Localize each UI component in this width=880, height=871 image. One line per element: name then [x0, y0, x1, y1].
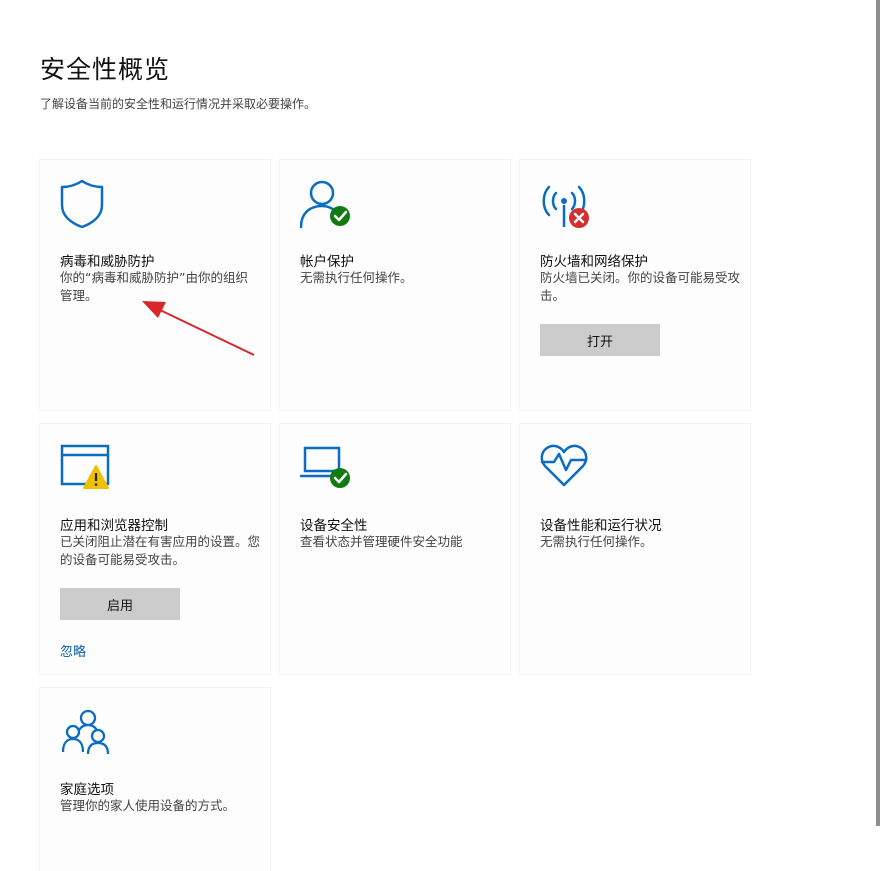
turn-on-button[interactable]: 打开 [540, 324, 660, 356]
heart-pulse-icon [540, 442, 594, 494]
warning-badge-icon [83, 465, 109, 489]
laptop-icon [299, 442, 354, 494]
tile-device-performance-health[interactable]: 设备性能和运行状况 无需执行任何操作。 [520, 424, 750, 674]
check-badge-icon [330, 468, 350, 488]
family-icon [60, 706, 114, 758]
shield-icon [60, 178, 114, 230]
tile-firewall-network-protection[interactable]: 防火墙和网络保护 防火墙已关闭。你的设备可能易受攻击。 打开 [520, 160, 750, 410]
app-browser-window-icon [60, 442, 114, 494]
tile-family-options[interactable]: 家庭选项 管理你的家人使用设备的方式。 [40, 688, 270, 871]
scrollbar[interactable] [876, 0, 880, 826]
firewall-antenna-icon [540, 178, 594, 230]
tile-title: 帐户保护 [300, 254, 354, 270]
tile-title: 防火墙和网络保护 [540, 254, 648, 270]
tile-app-browser-control[interactable]: 应用和浏览器控制 已关闭阻止潜在有害应用的设置。您的设备可能易受攻击。 启用 忽… [40, 424, 270, 674]
dismiss-link[interactable]: 忽略 [60, 641, 86, 660]
tile-account-protection[interactable]: 帐户保护 无需执行任何操作。 [280, 160, 510, 410]
page-subtitle: 了解设备当前的安全性和运行情况并采取必要操作。 [40, 97, 317, 111]
tile-title: 病毒和威胁防护 [60, 254, 155, 270]
tile-title: 应用和浏览器控制 [60, 518, 168, 534]
tile-description: 查看状态并管理硬件安全功能 [300, 534, 463, 549]
tile-description: 管理你的家人使用设备的方式。 [60, 798, 236, 813]
tile-title: 设备性能和运行状况 [540, 518, 662, 534]
tile-virus-threat-protection[interactable]: 病毒和威胁防护 你的“病毒和威胁防护”由你的组织管理。 [40, 160, 270, 410]
tile-description: 无需执行任何操作。 [540, 534, 653, 549]
account-protection-icon [299, 178, 354, 230]
page-title: 安全性概览 [40, 55, 171, 84]
enable-button[interactable]: 启用 [60, 588, 180, 620]
tile-description: 你的“病毒和威胁防护”由你的组织管理。 [60, 270, 248, 303]
tile-title: 设备安全性 [300, 518, 368, 534]
check-badge-icon [330, 206, 350, 226]
error-badge-icon [569, 208, 589, 228]
tile-device-security[interactable]: 设备安全性 查看状态并管理硬件安全功能 [280, 424, 510, 674]
tile-description: 防火墙已关闭。你的设备可能易受攻击。 [540, 270, 741, 303]
tile-description: 已关闭阻止潜在有害应用的设置。您的设备可能易受攻击。 [60, 534, 261, 567]
tile-title: 家庭选项 [60, 782, 114, 798]
tile-description: 无需执行任何操作。 [300, 270, 413, 285]
